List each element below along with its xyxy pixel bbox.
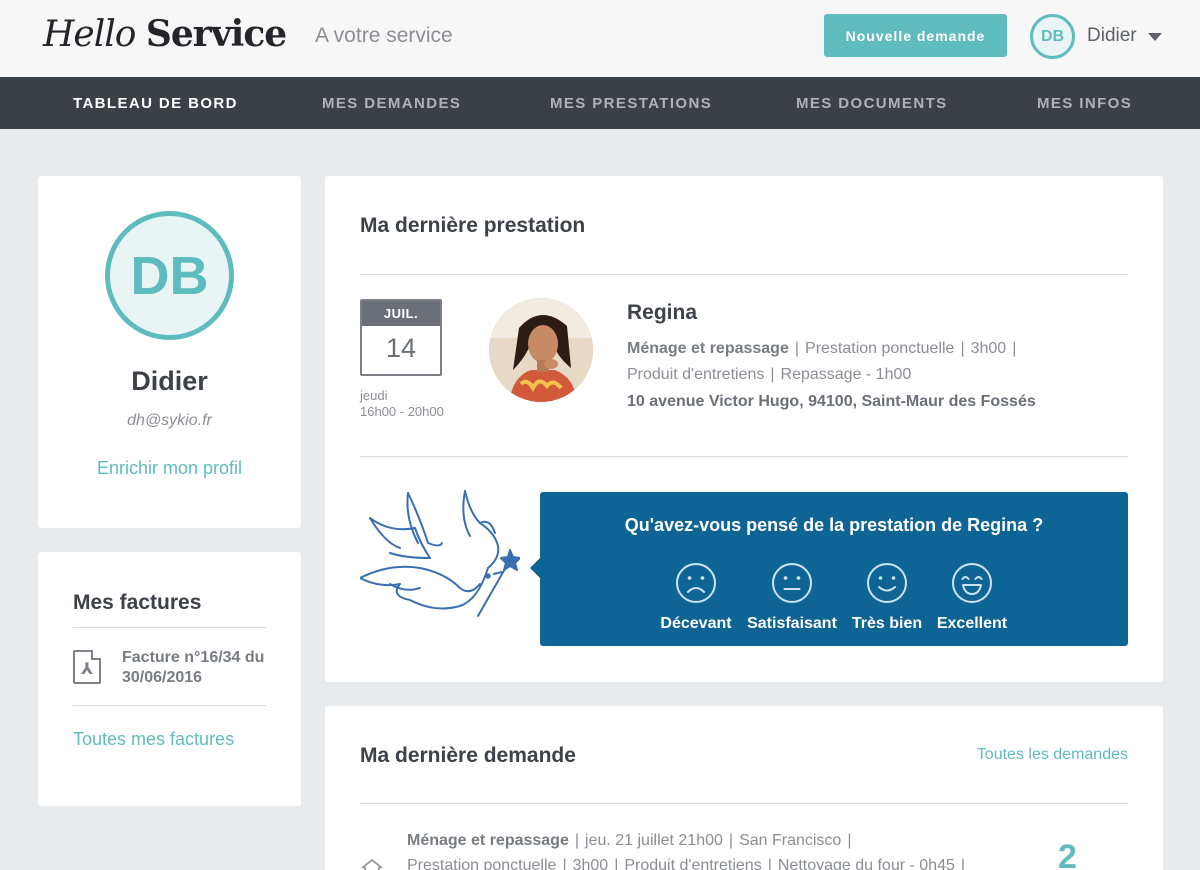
main-nav: TABLEAU DE BORD MES DEMANDES MES PRESTAT…	[0, 77, 1200, 129]
top-header: Hello Service A votre service Nouvelle d…	[0, 0, 1200, 77]
service-details-line1: Ménage et repassage | Prestation ponctuell…	[627, 340, 1017, 357]
calendar-month: JUIL.	[362, 301, 440, 326]
profile-card: DB Didier dh@sykio.fr Enrichir mon profi…	[38, 176, 301, 528]
nav-item-mes-infos[interactable]: MES INFOS	[1037, 95, 1132, 112]
divider	[73, 705, 266, 706]
last-request-card: Ma dernière demande Toutes les demandes …	[325, 706, 1163, 870]
nav-item-tableau-de-bord[interactable]: TABLEAU DE BORD	[73, 95, 238, 112]
divider	[360, 456, 1128, 457]
invoices-title: Mes factures	[73, 591, 202, 614]
worker-photo	[489, 298, 593, 402]
service-category: Ménage et repassage	[627, 340, 789, 357]
service-hours: 16h00 - 20h00	[360, 404, 444, 419]
enrich-profile-link[interactable]: Enrichir mon profil	[38, 458, 301, 479]
request-extra: Nettoyage du four - 0h45	[777, 857, 955, 870]
home-icon	[361, 858, 383, 870]
smile-face-icon	[867, 563, 907, 603]
request-type: Prestation ponctuelle	[407, 857, 557, 870]
nav-item-mes-demandes[interactable]: MES DEMANDES	[322, 95, 461, 112]
rating-label: Excellent	[936, 615, 1008, 632]
rating-satisfaisant[interactable]: Satisfaisant	[742, 562, 842, 633]
rating-decevant[interactable]: Décevant	[646, 562, 746, 633]
service-details-line2: Produit d'entretiens | Repassage - 1h00	[627, 366, 912, 383]
request-city: San Francisco	[739, 832, 842, 849]
sad-face-icon	[676, 563, 716, 603]
feedback-question: Qu'avez-vous pensé de la prestation de R…	[624, 515, 1044, 535]
invoices-card: Mes factures ⅄ Facture n°16/34 du 30/06/…	[38, 552, 301, 806]
service-type: Prestation ponctuelle	[805, 340, 955, 357]
logo[interactable]: Hello Service	[43, 13, 287, 55]
service-weekday: jeudi	[360, 388, 388, 403]
last-service-title: Ma dernière prestation	[360, 214, 586, 237]
all-requests-link[interactable]: Toutes les demandes	[977, 746, 1128, 764]
last-request-title: Ma dernière demande	[360, 744, 576, 767]
request-details-line2: Prestation ponctuelle | 3h00 | Produit d'ent…	[407, 857, 971, 870]
grin-face-icon	[952, 563, 992, 603]
request-category: Ménage et repassage	[407, 832, 569, 849]
rating-label: Décevant	[660, 615, 732, 632]
nav-item-mes-documents[interactable]: MES DOCUMENTS	[796, 95, 948, 112]
invoice-item[interactable]: Facture n°16/34 du 30/06/2016	[122, 648, 282, 688]
profile-name: Didier	[131, 366, 208, 396]
profile-email: dh@sykio.fr	[127, 412, 212, 429]
service-address: 10 avenue Victor Hugo, 94100, Saint-Maur…	[627, 393, 1036, 410]
all-invoices-link[interactable]: Toutes mes factures	[73, 729, 234, 750]
swallow-illustration	[359, 488, 521, 628]
calendar-date: JUIL. 14	[360, 299, 442, 376]
request-products: Produit d'entretiens	[624, 857, 762, 870]
feedback-panel: Qu'avez-vous pensé de la prestation de R…	[530, 492, 1128, 646]
profile-avatar: DB	[105, 211, 234, 340]
service-products: Produit d'entretiens	[627, 366, 765, 383]
pdf-file-icon[interactable]: ⅄	[73, 650, 101, 684]
pdf-glyph-icon: ⅄	[81, 661, 94, 678]
service-duration: 3h00	[970, 340, 1007, 357]
divider	[360, 803, 1128, 804]
calendar-day: 14	[385, 333, 417, 363]
new-request-button[interactable]: Nouvelle demande	[824, 14, 1007, 57]
service-extra: Repassage - 1h00	[780, 366, 912, 383]
logo-part-service: Service	[145, 13, 287, 55]
user-menu-name[interactable]: Didier	[1087, 25, 1137, 47]
request-count-badge[interactable]: 2	[1058, 838, 1077, 870]
divider	[360, 274, 1128, 275]
user-avatar[interactable]: DB	[1030, 14, 1075, 59]
request-details-line1: Ménage et repassage | jeu. 21 juillet 21h0…	[407, 832, 852, 849]
request-date: jeu. 21 juillet 21h00	[585, 832, 723, 849]
neutral-face-icon	[772, 563, 812, 603]
rating-excellent[interactable]: Excellent	[922, 562, 1022, 633]
request-duration: 3h00	[572, 857, 609, 870]
chevron-down-icon[interactable]	[1148, 33, 1162, 41]
tagline: A votre service	[315, 24, 453, 47]
rating-label: Satisfaisant	[747, 615, 837, 632]
worker-name[interactable]: Regina	[627, 301, 697, 325]
nav-item-mes-prestations[interactable]: MES PRESTATIONS	[550, 95, 712, 112]
last-service-card: Ma dernière prestation JUIL. 14 jeudi 16…	[325, 176, 1163, 682]
divider	[73, 627, 266, 628]
logo-part-hello: Hello	[43, 14, 136, 55]
